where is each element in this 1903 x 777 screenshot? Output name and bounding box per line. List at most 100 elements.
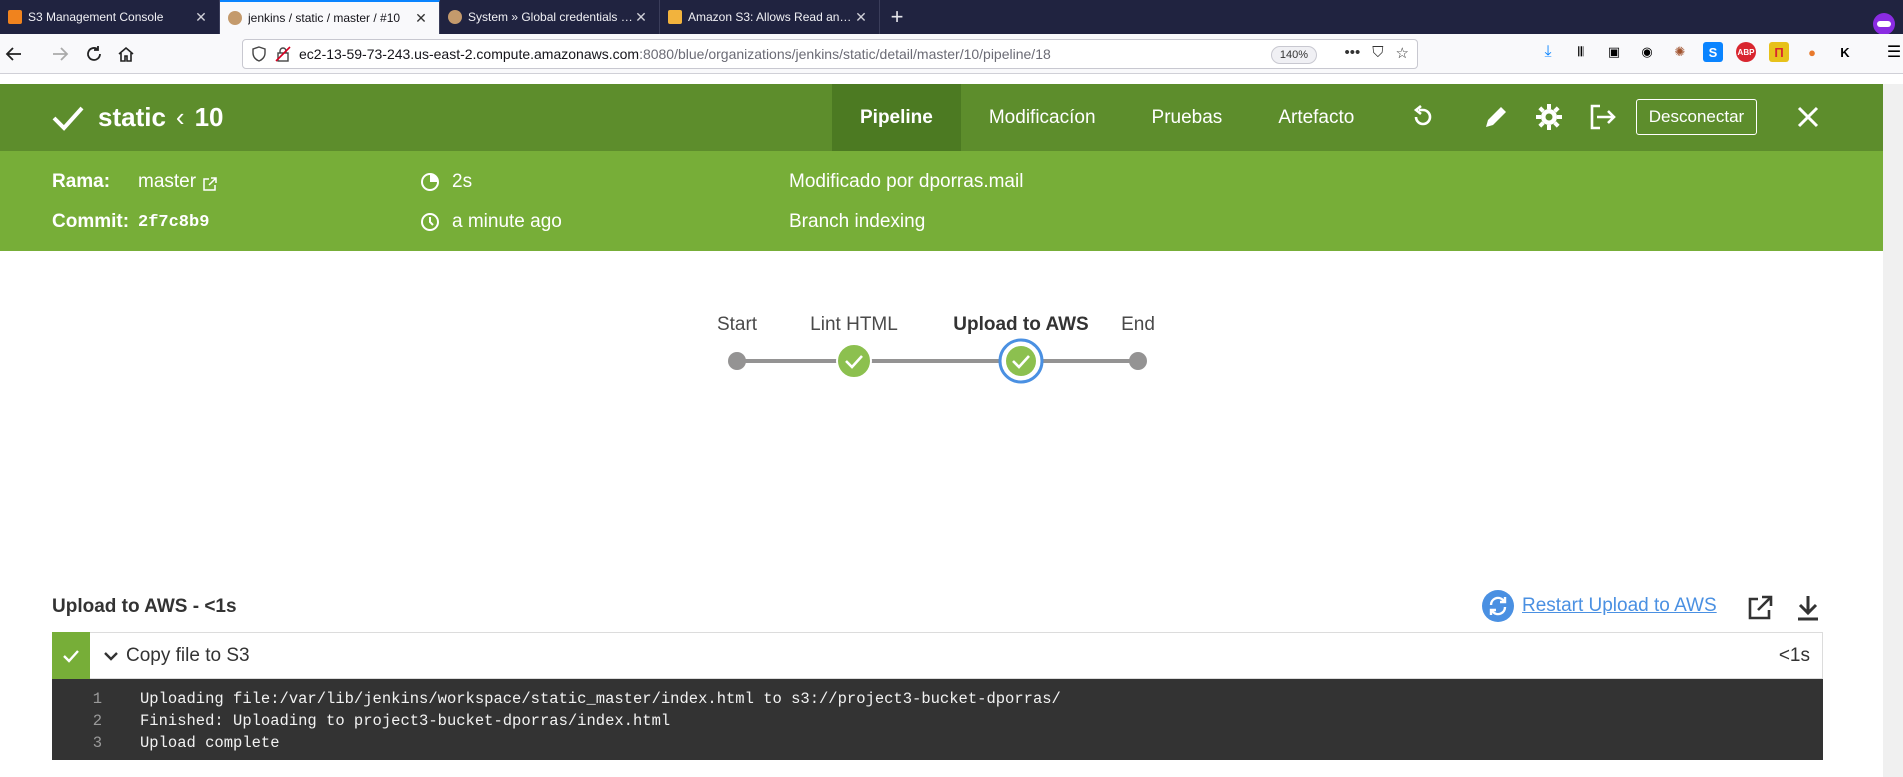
open-log-external-button[interactable] — [1745, 593, 1775, 623]
close-tab-icon[interactable]: ✕ — [633, 9, 649, 25]
browser-tab-global-credentials[interactable]: System » Global credentials (un ✕ — [440, 0, 660, 34]
browser-tab-amazon-s3-policy[interactable]: Amazon S3: Allows Read and W ✕ — [660, 0, 880, 34]
commit-label: Commit: — [52, 211, 130, 232]
run-tabs: Pipeline Modificacíon Pruebas Artefacto — [832, 84, 1382, 151]
home-button[interactable] — [112, 40, 140, 68]
external-link-icon[interactable] — [202, 176, 218, 192]
started-value: a minute ago — [452, 211, 562, 232]
extension-stopwatch-icon[interactable]: ✺ — [1670, 42, 1690, 62]
account-icon[interactable]: ◉ — [1637, 42, 1657, 62]
tab-artifacts[interactable]: Artefacto — [1250, 84, 1382, 151]
changes-value: Modificado por dporras.mail — [789, 171, 1024, 192]
download-icon — [1798, 596, 1818, 621]
close-button[interactable] — [1793, 102, 1823, 132]
changes-detail: Modificado por dporras.mail — [789, 171, 1023, 193]
reload-button[interactable] — [80, 40, 108, 68]
address-bar[interactable]: ec2-13-59-73-243.us-east-2.compute.amazo… — [242, 39, 1418, 69]
zoom-level-badge[interactable]: 140% — [1270, 46, 1317, 64]
log-line: 1 Uploading file:/var/lib/jenkins/worksp… — [52, 688, 1823, 710]
extension-k-icon[interactable]: K — [1835, 42, 1855, 62]
page-scrollbar[interactable] — [1883, 84, 1903, 777]
run-title: static ‹ 10 — [52, 102, 224, 133]
tab-pipeline[interactable]: Pipeline — [832, 84, 961, 151]
url-actions: ••• ⛉ ☆ — [1345, 44, 1409, 62]
rerun-icon — [1413, 104, 1432, 126]
browser-tab-strip: S3 Management Console ✕ jenkins / static… — [0, 0, 1903, 35]
log-line-number[interactable]: 2 — [52, 712, 140, 730]
close-tab-icon[interactable]: ✕ — [193, 9, 209, 25]
close-tab-icon[interactable]: ✕ — [413, 10, 429, 26]
step-success-check-icon — [63, 649, 79, 663]
aws-box-favicon-icon — [668, 10, 682, 24]
lint-html-node[interactable] — [836, 343, 872, 379]
browser-toolbar-icons: ⤓ 𝄃𝄃 ▣ ◉ ✺ S ABP П ● K ☰ — [1538, 42, 1903, 62]
stage-log-title: Upload to AWS - <1s — [52, 596, 237, 617]
url-host: ec2-13-59-73-243.us-east-2.compute.amazo… — [299, 46, 640, 62]
new-tab-button[interactable]: + — [880, 0, 914, 34]
run-header: static ‹ 10 Pipeline Modificacíon Prueba… — [0, 84, 1883, 151]
success-check-icon — [52, 106, 84, 131]
pocket-icon[interactable]: ⛉ — [1372, 44, 1383, 62]
pipeline-svg — [728, 338, 1147, 384]
open-external-icon — [1748, 595, 1773, 620]
tab-tests[interactable]: Pruebas — [1124, 84, 1251, 151]
step-duration: <1s — [1778, 644, 1810, 666]
extension-cookie-icon[interactable]: ● — [1802, 42, 1822, 62]
duration-detail: 2s — [420, 171, 472, 193]
library-icon[interactable]: 𝄃𝄃 — [1571, 42, 1591, 62]
log-line-number[interactable]: 3 — [52, 734, 140, 752]
url-path: :8080/blue/organizations/jenkins/static/… — [639, 46, 1051, 62]
browser-tab-jenkins[interactable]: jenkins / static / master / #10 ✕ — [220, 0, 440, 34]
browser-navigation-bar: ec2-13-59-73-243.us-east-2.compute.amazo… — [0, 34, 1903, 74]
app-menu-icon[interactable]: ☰ — [1884, 42, 1903, 62]
jenkins-favicon-icon — [448, 10, 462, 24]
restart-stage-button[interactable]: Restart Upload to AWS — [1482, 590, 1717, 622]
forward-button[interactable] — [46, 40, 74, 68]
insecure-lock-icon[interactable] — [275, 46, 291, 62]
configure-button[interactable] — [1534, 102, 1564, 132]
upload-to-aws-node[interactable] — [998, 338, 1044, 384]
branch-detail: Rama: master — [52, 171, 218, 193]
edit-pipeline-button[interactable] — [1481, 102, 1511, 132]
tab-changes[interactable]: Modificacíon — [961, 84, 1124, 151]
sidebar-icon[interactable]: ▣ — [1604, 42, 1624, 62]
logout-button[interactable]: Desconectar — [1636, 99, 1757, 135]
end-node — [1129, 352, 1147, 370]
job-name[interactable]: static — [98, 102, 166, 133]
extension-colorful-icon[interactable]: П — [1769, 42, 1789, 62]
log-console: 1 Uploading file:/var/lib/jenkins/worksp… — [52, 679, 1823, 760]
started-detail: a minute ago — [420, 211, 562, 233]
restart-icon — [1482, 590, 1514, 622]
download-log-button[interactable] — [1793, 593, 1823, 623]
start-node — [728, 352, 746, 370]
extension-s-icon[interactable]: S — [1703, 42, 1723, 62]
chevron-down-icon[interactable] — [104, 651, 118, 661]
step-name: Copy file to S3 — [126, 644, 250, 666]
branch-value[interactable]: master — [138, 171, 196, 193]
downloads-icon[interactable]: ⤓ — [1538, 42, 1558, 62]
reload-icon — [87, 45, 101, 61]
duration-pie-icon — [421, 173, 439, 191]
log-line-number[interactable]: 1 — [52, 690, 140, 708]
bookmark-star-icon[interactable]: ☆ — [1396, 44, 1409, 62]
close-icon — [1797, 106, 1819, 128]
back-button[interactable] — [0, 40, 28, 68]
adblock-plus-icon[interactable]: ABP — [1736, 42, 1756, 62]
back-arrow-icon — [5, 46, 21, 61]
close-tab-icon[interactable]: ✕ — [853, 9, 869, 25]
tracking-shield-icon[interactable] — [251, 46, 267, 62]
restart-stage-link[interactable]: Restart Upload to AWS — [1522, 595, 1717, 617]
home-icon — [118, 46, 134, 62]
commit-hash: 2f7c8b9 — [138, 212, 210, 232]
browser-tab-s3-console[interactable]: S3 Management Console ✕ — [0, 0, 220, 34]
step-row[interactable]: Copy file to S3 <1s — [52, 632, 1823, 679]
log-line-text: Upload complete — [140, 734, 280, 752]
tab-title: S3 Management Console — [28, 10, 164, 24]
jenkins-favicon-icon — [228, 11, 242, 25]
clock-icon — [421, 213, 439, 231]
rerun-button[interactable] — [1408, 102, 1438, 132]
go-to-classic-button[interactable] — [1588, 102, 1618, 132]
tab-title: jenkins / static / master / #10 — [248, 11, 401, 25]
page-actions-menu-icon[interactable]: ••• — [1345, 44, 1361, 62]
pencil-icon — [1486, 107, 1506, 127]
